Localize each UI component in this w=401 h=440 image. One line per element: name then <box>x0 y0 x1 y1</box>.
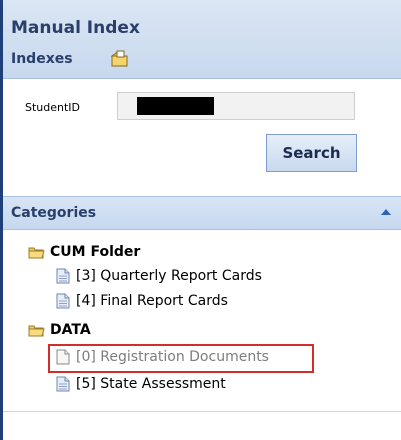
header: Manual Index Indexes <box>3 0 401 79</box>
folder-label: CUM Folder <box>50 244 141 260</box>
tree-folder-cum[interactable]: CUM Folder <box>28 244 140 260</box>
tree-item-state-assessment[interactable]: [5] State Assessment <box>56 376 226 392</box>
folder-open-icon <box>28 247 45 259</box>
selection-highlight <box>48 344 314 373</box>
folder-open-icon <box>28 325 45 337</box>
document-label: [5] State Assessment <box>76 376 226 392</box>
document-icon <box>56 293 70 309</box>
document-icon <box>56 268 70 284</box>
folder-label: DATA <box>50 322 91 338</box>
search-button[interactable]: Search <box>266 134 357 172</box>
document-label: [3] Quarterly Report Cards <box>76 268 262 284</box>
bottom-divider <box>3 411 401 412</box>
document-label: [4] Final Report Cards <box>76 293 228 309</box>
tree-item-final[interactable]: [4] Final Report Cards <box>56 293 228 309</box>
indexes-label: Indexes <box>11 51 73 67</box>
tree-item-quarterly[interactable]: [3] Quarterly Report Cards <box>56 268 262 284</box>
divider <box>3 190 401 194</box>
categories-bar[interactable]: Categories <box>3 196 401 230</box>
page-title: Manual Index <box>11 18 140 38</box>
chevron-up-icon[interactable] <box>381 209 391 215</box>
folder-icon <box>111 50 128 67</box>
document-icon <box>56 376 70 392</box>
redacted-value <box>137 97 214 115</box>
tree-folder-data[interactable]: DATA <box>28 322 91 338</box>
studentid-label: StudentID <box>25 101 81 114</box>
categories-title: Categories <box>11 205 97 221</box>
